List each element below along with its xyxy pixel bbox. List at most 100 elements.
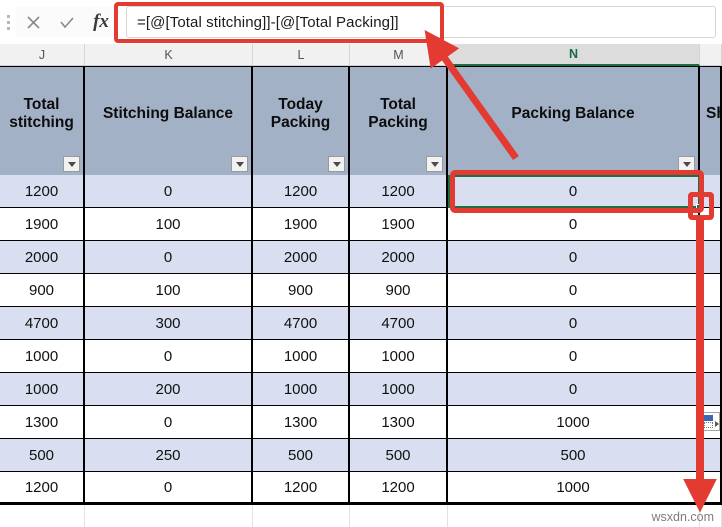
table-row: 1900 100 1900 1900 0: [0, 208, 722, 241]
empty-cell[interactable]: [253, 505, 350, 527]
table-cell[interactable]: 1000: [448, 472, 700, 505]
table-cell[interactable]: 500: [448, 439, 700, 472]
filter-dropdown-icon[interactable]: [63, 156, 80, 172]
excel-screenshot: fx =[@[Total stitching]]-[@[Total Packin…: [0, 0, 722, 527]
table-cell[interactable]: 4700: [350, 307, 448, 340]
empty-cell[interactable]: [350, 505, 448, 527]
close-x-icon[interactable]: [16, 7, 50, 37]
table-cell[interactable]: [700, 307, 722, 340]
table-cell[interactable]: [700, 340, 722, 373]
table-row: 1300 0 1300 1300 1000: [0, 406, 722, 439]
table-cell[interactable]: [700, 208, 722, 241]
table-cell[interactable]: 0: [448, 274, 700, 307]
fill-handle[interactable]: [696, 204, 703, 211]
table-cell[interactable]: 0: [85, 241, 253, 274]
table-cell[interactable]: 2000: [253, 241, 350, 274]
table-row: 1000 0 1000 1000 0: [0, 340, 722, 373]
table-row: 500 250 500 500 500: [0, 439, 722, 472]
table-cell[interactable]: [700, 274, 722, 307]
table-cell[interactable]: 4700: [253, 307, 350, 340]
empty-cell[interactable]: [0, 505, 85, 527]
table-cell[interactable]: 1000: [448, 406, 700, 439]
table-cell[interactable]: [700, 472, 722, 505]
table-cell[interactable]: 100: [85, 208, 253, 241]
table-cell[interactable]: 1300: [0, 406, 85, 439]
table-cell[interactable]: 1200: [0, 175, 85, 208]
table-row: 1200 0 1200 1200 1000: [0, 472, 722, 505]
filter-dropdown-icon[interactable]: [678, 156, 695, 172]
table-cell[interactable]: 0: [85, 175, 253, 208]
table-cell[interactable]: 100: [85, 274, 253, 307]
filter-dropdown-icon[interactable]: [426, 156, 443, 172]
table-header-cell: Total Packing: [350, 66, 448, 175]
table-cell[interactable]: 0: [448, 340, 700, 373]
table-cell[interactable]: [700, 373, 722, 406]
table-cell[interactable]: 1300: [350, 406, 448, 439]
table-cell[interactable]: 1000: [253, 340, 350, 373]
table-cell[interactable]: 1300: [253, 406, 350, 439]
table-cell[interactable]: 1200: [0, 472, 85, 505]
table-cell[interactable]: 1200: [350, 175, 448, 208]
table-cell[interactable]: 900: [350, 274, 448, 307]
table-cell[interactable]: 0: [448, 175, 700, 208]
table-cell[interactable]: [700, 241, 722, 274]
table-row: 900 100 900 900 0: [0, 274, 722, 307]
table-cell[interactable]: 500: [0, 439, 85, 472]
table-cell[interactable]: 1000: [253, 373, 350, 406]
table-header-label: Today Packing: [270, 95, 331, 131]
table-cell[interactable]: 0: [448, 241, 700, 274]
table-cell[interactable]: 0: [85, 340, 253, 373]
autofill-options-icon[interactable]: [701, 412, 720, 431]
table-cell[interactable]: 2000: [0, 241, 85, 274]
table-cell[interactable]: 0: [448, 208, 700, 241]
formula-bar-grip-icon[interactable]: [0, 0, 16, 44]
table-cell[interactable]: 250: [85, 439, 253, 472]
filter-dropdown-icon[interactable]: [231, 156, 248, 172]
table-cell[interactable]: 2000: [350, 241, 448, 274]
table-cell[interactable]: 1000: [0, 373, 85, 406]
table-cell[interactable]: 900: [253, 274, 350, 307]
watermark: wsxdn.com: [651, 510, 714, 524]
empty-cell[interactable]: [85, 505, 253, 527]
formula-input[interactable]: =[@[Total stitching]]-[@[Total Packing]]: [126, 6, 716, 38]
table-cell[interactable]: 1900: [253, 208, 350, 241]
column-header-M[interactable]: M: [350, 44, 448, 66]
table-cell[interactable]: 500: [253, 439, 350, 472]
table-cell[interactable]: 1000: [0, 340, 85, 373]
table-cell[interactable]: 1200: [253, 472, 350, 505]
filter-dropdown-icon[interactable]: [328, 156, 345, 172]
table-cell[interactable]: 0: [448, 307, 700, 340]
table-cell[interactable]: 1000: [350, 373, 448, 406]
table-header-cell: Total stitching: [0, 66, 85, 175]
table-cell[interactable]: 0: [85, 406, 253, 439]
column-header-N[interactable]: N: [448, 44, 700, 66]
table-cell[interactable]: 1900: [350, 208, 448, 241]
table-cell[interactable]: [700, 439, 722, 472]
formula-bar: fx =[@[Total stitching]]-[@[Total Packin…: [0, 0, 722, 44]
insert-function-icon[interactable]: fx: [84, 7, 118, 37]
table-header-cell: Today Packing: [253, 66, 350, 175]
table-cell[interactable]: 0: [448, 373, 700, 406]
table-cell[interactable]: 0: [85, 472, 253, 505]
checkmark-icon[interactable]: [50, 7, 84, 37]
table-cell[interactable]: 1900: [0, 208, 85, 241]
table-cell[interactable]: 500: [350, 439, 448, 472]
table-cell[interactable]: [700, 175, 722, 208]
table-row: 4700 300 4700 4700 0: [0, 307, 722, 340]
table-row: 1000 200 1000 1000 0: [0, 373, 722, 406]
table-cell[interactable]: 900: [0, 274, 85, 307]
table-cell[interactable]: 1000: [350, 340, 448, 373]
table-cell[interactable]: 4700: [0, 307, 85, 340]
table-cell[interactable]: 1200: [350, 472, 448, 505]
table-header-cell: Sh: [700, 66, 722, 175]
table-header-cell: Stitching Balance: [85, 66, 253, 175]
table-header-label: Packing Balance: [511, 104, 635, 122]
table-header-label: Sh: [706, 104, 720, 122]
table-cell[interactable]: 200: [85, 373, 253, 406]
table-cell[interactable]: 300: [85, 307, 253, 340]
column-header-L[interactable]: L: [253, 44, 350, 66]
table-row: 1200 0 1200 1200 0: [0, 175, 722, 208]
column-header-J[interactable]: J: [0, 44, 85, 66]
table-cell[interactable]: 1200: [253, 175, 350, 208]
column-header-K[interactable]: K: [85, 44, 253, 66]
